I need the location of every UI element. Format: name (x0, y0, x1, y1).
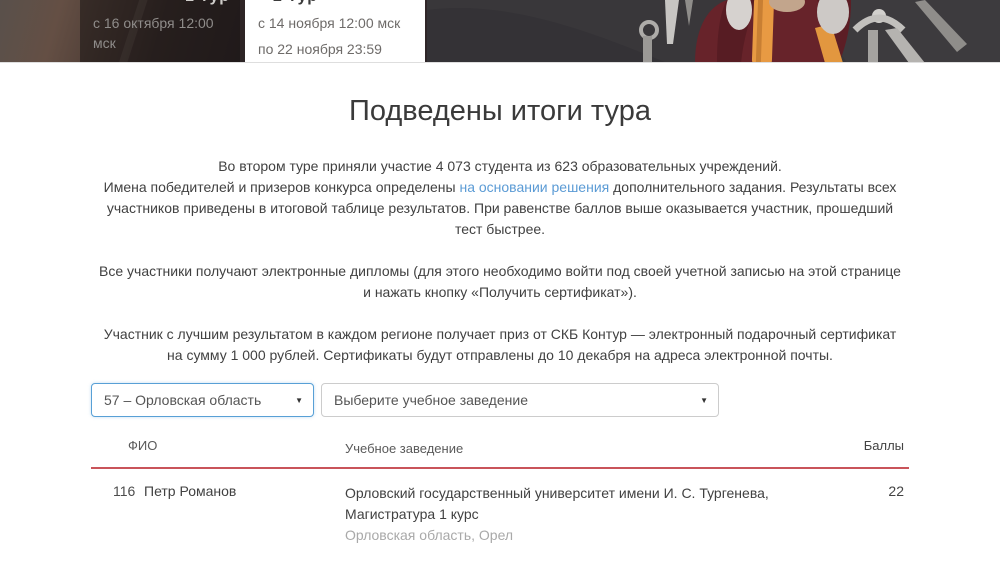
fio-column-header: ФИО (120, 438, 338, 459)
region-select[interactable]: 57 – Орловская область ▼ (91, 383, 314, 417)
throne-illustration (427, 0, 1000, 63)
score-column-header: Баллы (854, 438, 909, 459)
hero-header: 1 тур с 16 октября 12:00 мск по 31 октяб… (0, 0, 1000, 63)
participant-name: Петр Романов (136, 483, 338, 546)
prizes-paragraph: Все участники получают электронные дипло… (95, 261, 905, 366)
institution-column-header: Учебное заведение (338, 438, 854, 459)
round1-card: 1 тур с 16 октября 12:00 мск по 31 октяб… (80, 0, 240, 63)
intro-line-1: Во втором туре приняли участие 4 073 сту… (95, 156, 905, 177)
round2-end-date: по 22 ноября 23:59 (245, 39, 425, 59)
results-section: Подведены итоги тура Во втором туре прин… (0, 95, 1000, 564)
participant-institution: Орловский государственный университет им… (338, 483, 854, 546)
intro-line-2: Имена победителей и призеров конкурса оп… (95, 177, 905, 240)
results-table: ФИО Учебное заведение Баллы 116 Петр Ром… (91, 429, 909, 564)
institution-select[interactable]: Выберите учебное заведение ▼ (321, 383, 719, 417)
filters-bar: 57 – Орловская область ▼ Выберите учебно… (91, 383, 909, 417)
decision-link[interactable]: на основании решения (459, 179, 609, 195)
hero-dark-panel (427, 0, 1000, 63)
round1-start-date: с 16 октября 12:00 мск (80, 13, 240, 53)
chevron-down-icon: ▼ (700, 396, 708, 405)
table-row: 116 Петр Романов Орловский государственн… (91, 469, 909, 559)
institution-name: Орловский государственный университет им… (345, 483, 854, 525)
page: 1 тур с 16 октября 12:00 мск по 31 октяб… (0, 0, 1000, 564)
round2-card: 2 тур с 14 ноября 12:00 мск по 22 ноября… (245, 0, 425, 63)
certificates-text: Участник с лучшим результатом в каждом р… (95, 324, 905, 366)
round1-end-date: по 31 октября 23:59 (80, 59, 240, 63)
round1-title: 1 тур (185, 0, 230, 7)
table-row: 387 Алёна Смирнова Ливенский филиал Орло… (91, 559, 909, 564)
intro-paragraph: Во втором туре приняли участие 4 073 сту… (95, 156, 905, 240)
table-header-row: ФИО Учебное заведение Баллы (91, 429, 909, 469)
participant-score: 22 (854, 483, 909, 546)
region-select-value: 57 – Орловская область (104, 392, 261, 408)
participant-rank: 116 (91, 483, 136, 546)
chevron-down-icon: ▼ (295, 396, 303, 405)
round2-start-date: с 14 ноября 12:00 мск (245, 13, 425, 33)
diplomas-text: Все участники получают электронные дипло… (95, 261, 905, 303)
intro-text-before-link: Имена победителей и призеров конкурса оп… (104, 179, 460, 195)
institution-location: Орловская область, Орел (345, 525, 854, 546)
round2-title: 2 тур (273, 0, 318, 7)
page-title: Подведены итоги тура (0, 95, 1000, 128)
institution-select-placeholder: Выберите учебное заведение (334, 392, 528, 408)
